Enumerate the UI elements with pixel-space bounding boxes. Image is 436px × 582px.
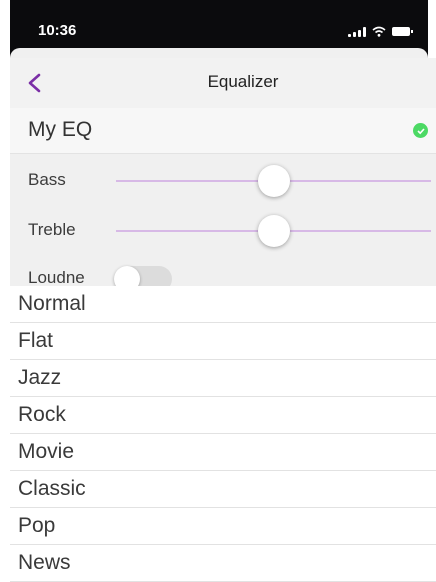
loudness-label: Loudne — [28, 268, 85, 286]
my-eq-option[interactable]: My EQ — [10, 108, 436, 154]
preset-label: Pop — [18, 514, 56, 537]
bass-slider-row: Bass — [10, 160, 436, 200]
treble-label: Treble — [28, 220, 76, 239]
preset-label: Rock — [18, 403, 66, 426]
preset-item-movie[interactable]: Movie — [10, 434, 436, 471]
cellular-signal-icon — [348, 26, 366, 37]
preset-label: Movie — [18, 440, 75, 463]
loudness-toggle[interactable] — [114, 266, 172, 286]
treble-slider-row: Treble — [10, 210, 436, 250]
battery-icon — [392, 27, 413, 36]
selected-check-icon — [413, 123, 428, 138]
preset-list: Normal Flat Jazz Rock Movie Classic Pop … — [10, 286, 436, 582]
preset-item-classic[interactable]: Classic — [10, 471, 436, 508]
status-icons — [348, 26, 413, 37]
preset-label: Classic — [18, 477, 86, 500]
bass-label: Bass — [28, 170, 66, 189]
wifi-icon — [372, 26, 386, 37]
preset-label: Jazz — [18, 366, 62, 389]
preset-item-normal[interactable]: Normal — [10, 286, 436, 323]
preset-item-flat[interactable]: Flat — [10, 323, 436, 360]
bass-slider-track[interactable] — [116, 165, 431, 197]
toggle-knob — [114, 266, 140, 286]
status-time: 10:36 — [38, 22, 77, 39]
bass-slider-thumb[interactable] — [257, 165, 290, 197]
my-eq-label: My EQ — [28, 118, 93, 141]
preset-item-rock[interactable]: Rock — [10, 397, 436, 434]
treble-slider-thumb[interactable] — [257, 215, 290, 247]
navigation-bar: Equalizer — [10, 58, 436, 109]
preset-item-jazz[interactable]: Jazz — [10, 360, 436, 397]
preset-item-news[interactable]: News — [10, 545, 436, 582]
preset-label: News — [18, 551, 71, 574]
preset-item-pop[interactable]: Pop — [10, 508, 436, 545]
preset-label: Normal — [18, 292, 86, 315]
page-title: Equalizer — [207, 72, 279, 91]
treble-slider-track[interactable] — [116, 215, 431, 247]
preset-label: Flat — [18, 329, 54, 352]
loudness-row: Loudne — [10, 260, 436, 286]
custom-eq-panel: My EQ Bass Treble Loudne — [10, 108, 436, 286]
